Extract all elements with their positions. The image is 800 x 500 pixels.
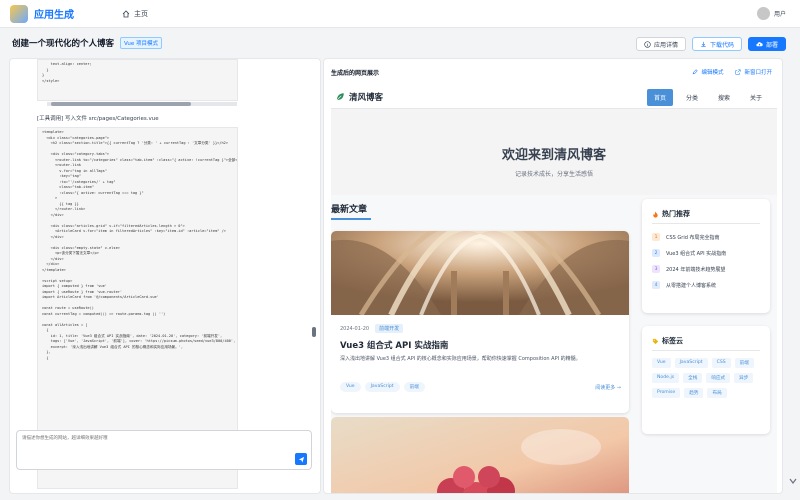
read-more-link[interactable]: 阅读更多 → xyxy=(595,384,621,391)
mode-tag: Vue 项目模式 xyxy=(120,37,163,49)
open-new-window-label: 新窗口打开 xyxy=(744,70,772,76)
chat-vertical-scrollbar[interactable] xyxy=(312,327,316,337)
cloud-tag[interactable]: Promise xyxy=(652,388,681,398)
app-brand: 应用生成 xyxy=(34,10,74,21)
app-details-label: 应用详情 xyxy=(653,41,678,49)
article-category-badge: 前端开发 xyxy=(375,324,404,333)
cloud-tag[interactable]: JavaScript xyxy=(674,358,708,368)
edit-icon xyxy=(693,69,699,75)
tool-call-message: [工具调用] 写入文件 src/pages/Categories.vue xyxy=(37,116,159,122)
chat-panel: text-align: center; } } </style> [工具调用] … xyxy=(9,58,321,494)
site-navbar: 清风博客 首页 分类 搜索 关于 xyxy=(331,85,777,109)
hot-rank: 2 xyxy=(652,249,660,257)
prompt-input-box xyxy=(16,430,312,470)
home-label: 主页 xyxy=(134,9,148,18)
site-nav-categories[interactable]: 分类 xyxy=(679,89,705,106)
app-logo xyxy=(10,4,28,23)
article-excerpt: 深入浅出地讲解 Vue3 组合式 API 的核心概念和实际应用场景，帮助你快速掌… xyxy=(340,356,581,362)
article-card[interactable]: 2024-01-20 前端开发 Vue3 组合式 API 实战指南 深入浅出地讲… xyxy=(331,231,629,413)
panel-divider xyxy=(652,223,760,224)
avatar xyxy=(756,7,770,20)
site-nav-about[interactable]: 关于 xyxy=(743,89,769,106)
edit-mode-button[interactable]: 编辑模式 xyxy=(692,68,723,76)
hot-rank: 3 xyxy=(652,265,660,273)
article-date: 2024-01-20 xyxy=(340,325,370,332)
user-menu[interactable]: 用户 xyxy=(756,7,786,20)
hot-recommend-panel: 热门推荐 1 CSS Grid 布局完全指南 2 Vue3 组合式 API 实战指南… xyxy=(642,199,770,313)
code-horizontal-scrollbar[interactable] xyxy=(47,102,237,106)
open-new-window-button[interactable]: 新窗口打开 xyxy=(735,68,772,76)
article-tag[interactable]: Vue xyxy=(340,382,361,392)
home-link[interactable]: 主页 xyxy=(122,9,148,19)
site-hero: 欢迎来到清风博客 记录技术成长，分享生活感悟 xyxy=(331,109,777,195)
raspberry-illustration xyxy=(331,417,629,493)
preview-header: 生成后的网页展示 编辑模式 新窗口打开 xyxy=(324,59,782,85)
deploy-label: 部署 xyxy=(765,41,778,49)
cloud-tag[interactable]: Node.js xyxy=(652,373,680,383)
hot-item[interactable]: 4 从零搭建个人博客系统 xyxy=(652,277,762,293)
hot-item-text: Vue3 组合式 API 实战指南 xyxy=(666,250,727,257)
send-icon xyxy=(298,456,304,463)
info-icon xyxy=(644,40,651,48)
cathedral-illustration xyxy=(331,231,629,315)
site-nav-search[interactable]: 搜索 xyxy=(711,89,737,106)
cloud-upload-icon xyxy=(756,41,763,46)
fire-icon xyxy=(653,210,658,218)
latest-articles-title: 最新文章 xyxy=(331,205,368,215)
code-block-styles: text-align: center; } } </style> xyxy=(37,59,238,101)
article-title[interactable]: Vue3 组合式 API 实战指南 xyxy=(340,339,448,351)
article-card-2-image[interactable] xyxy=(331,417,629,493)
top-bar: 应用生成 主页 用户 xyxy=(0,0,800,28)
hero-title: 欢迎来到清风博客 xyxy=(501,148,606,163)
article-cover-image xyxy=(331,231,629,315)
deploy-button[interactable]: 部署 xyxy=(747,37,786,51)
tag-icon xyxy=(652,338,659,344)
cloud-tag[interactable]: Vue xyxy=(652,358,671,368)
scrollbar-thumb[interactable] xyxy=(51,102,191,106)
user-label: 用户 xyxy=(773,11,786,18)
cloud-tag[interactable]: CSS xyxy=(711,358,731,368)
hot-item-text: CSS Grid 布局完全指南 xyxy=(666,234,720,241)
cloud-tag[interactable]: 前端 xyxy=(734,358,754,368)
prompt-input[interactable] xyxy=(22,435,292,465)
hot-item[interactable]: 1 CSS Grid 布局完全指南 xyxy=(652,229,762,245)
download-code-label: 下载代码 xyxy=(709,41,734,49)
external-link-icon xyxy=(735,69,741,75)
hot-item-text: 从零搭建个人博客系统 xyxy=(666,282,717,289)
app-details-button[interactable]: 应用详情 xyxy=(635,37,686,51)
send-button[interactable] xyxy=(295,453,307,465)
hot-rank: 1 xyxy=(652,233,660,241)
edit-mode-label: 编辑模式 xyxy=(701,70,724,76)
tagcloud-title: 标签云 xyxy=(662,337,683,345)
panel-divider xyxy=(652,350,760,351)
hero-subtitle: 记录技术成长，分享生活感悟 xyxy=(514,171,593,178)
home-icon xyxy=(122,9,130,17)
download-code-button[interactable]: 下载代码 xyxy=(691,37,742,51)
project-header: 创建一个现代化的个人博客 Vue 项目模式 应用详情 下载代码 部署 xyxy=(0,28,800,58)
cloud-tag[interactable]: 趋势 xyxy=(684,388,704,398)
preview-site: 清风博客 首页 分类 搜索 关于 欢迎来到清风博客 记录技术成长，分享生活感悟 … xyxy=(331,85,777,493)
article-tag[interactable]: JavaScript xyxy=(364,382,400,392)
cloud-tag[interactable]: 响应式 xyxy=(706,373,731,383)
hot-rank: 4 xyxy=(652,281,660,289)
leaf-logo-icon xyxy=(336,92,344,100)
tag-cloud-panel: 标签云 Vue JavaScript CSS 前端 Node.js 全栈 响应式… xyxy=(642,326,770,434)
cloud-tag[interactable]: 全栈 xyxy=(683,373,703,383)
site-brand: 清风博客 xyxy=(349,92,384,103)
cloud-tag[interactable]: 布局 xyxy=(707,388,727,398)
preview-title: 生成后的网页展示 xyxy=(331,69,380,77)
article-tag[interactable]: 前端 xyxy=(403,382,425,392)
preview-panel: 生成后的网页展示 编辑模式 新窗口打开 清风博客 首页 分类 搜索 关于 欢迎来 xyxy=(323,58,783,494)
download-icon xyxy=(701,41,706,47)
hot-item[interactable]: 3 2024 年前端技术趋势展望 xyxy=(652,261,762,277)
hot-item-text: 2024 年前端技术趋势展望 xyxy=(666,266,726,273)
site-nav-home[interactable]: 首页 xyxy=(646,89,673,106)
scroll-down-arrow-icon[interactable] xyxy=(789,475,797,487)
cloud-tag[interactable]: 异步 xyxy=(734,373,754,383)
hot-item[interactable]: 2 Vue3 组合式 API 实战指南 xyxy=(652,245,762,261)
page-title: 创建一个现代化的个人博客 xyxy=(12,39,115,49)
section-underline xyxy=(331,218,371,220)
hot-title: 热门推荐 xyxy=(662,210,690,218)
